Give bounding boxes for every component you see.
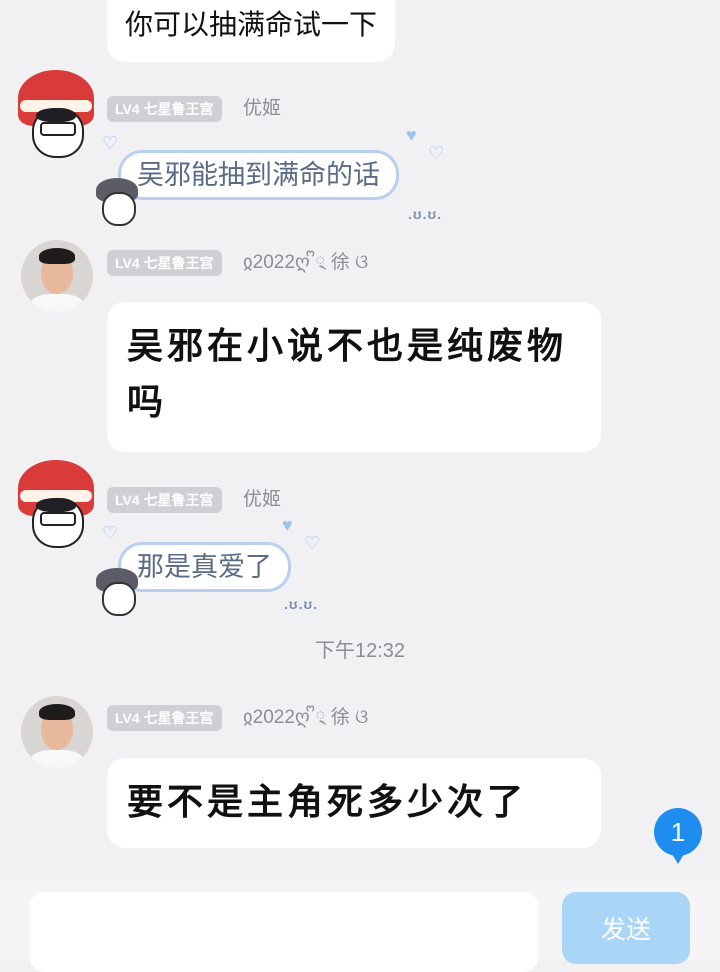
- sender-name: 优姬: [243, 98, 282, 119]
- sender-name: ჲ2022ღ ᩚ྄ 徐 ଓ: [243, 707, 369, 728]
- message-text: 要不是主角死多少次了: [127, 781, 528, 823]
- level-badge: LV4 七星鲁王宫: [107, 487, 222, 513]
- heart-icon: ♡: [304, 533, 321, 553]
- level-badge: LV4 七星鲁王宫: [107, 250, 222, 276]
- level-badge: LV4 七星鲁王宫: [107, 705, 222, 731]
- unread-messages-badge[interactable]: 1: [654, 808, 702, 864]
- sticker-face-icon: [96, 568, 138, 616]
- message-bubble[interactable]: 你可以抽满命试一下: [107, 0, 396, 62]
- heart-icon: ♥: [406, 125, 417, 145]
- chat-message-list[interactable]: 你可以抽满命试一下 LV4 七星鲁王宫 优姬 ♡ ♥ ♡ 吴邪能抽到满命的话 .…: [0, 0, 720, 880]
- message-text: 吴邪能抽到满命的话: [137, 160, 380, 190]
- message-text: 吴邪在小说不也是纯废物吗: [127, 325, 568, 423]
- message-text: 你可以抽满命试一下: [125, 9, 378, 40]
- message-text: 那是真爱了: [137, 552, 272, 582]
- sender-name: 优姬: [243, 489, 282, 510]
- dots-decoration: .ʊ.ʊ.: [284, 596, 319, 612]
- message-bubble[interactable]: 要不是主角死多少次了: [107, 758, 601, 848]
- avatar[interactable]: [14, 0, 98, 22]
- sticker-face-icon: [96, 178, 138, 226]
- timestamp: 下午12:32: [314, 640, 406, 662]
- heart-icon: ♡: [102, 523, 119, 543]
- sender-name: ჲ2022ღ ᩚ྄ 徐 ଓ: [243, 252, 369, 273]
- avatar[interactable]: [14, 456, 98, 552]
- message-input[interactable]: [30, 892, 538, 972]
- heart-icon: ♥: [282, 515, 293, 535]
- avatar[interactable]: [21, 696, 93, 768]
- heart-icon: ♡: [102, 133, 119, 153]
- input-bar: 发送: [0, 880, 720, 972]
- avatar[interactable]: [21, 240, 93, 312]
- send-button[interactable]: 发送: [562, 892, 690, 964]
- heart-icon: ♡: [428, 143, 445, 163]
- avatar[interactable]: [14, 66, 98, 162]
- level-badge: LV4 七星鲁王宫: [107, 96, 222, 122]
- message-bubble[interactable]: 那是真爱了: [118, 542, 291, 592]
- dots-decoration: .ʊ.ʊ.: [408, 206, 443, 222]
- message-bubble[interactable]: 吴邪能抽到满命的话: [118, 150, 399, 200]
- message-bubble[interactable]: 吴邪在小说不也是纯废物吗: [107, 302, 601, 452]
